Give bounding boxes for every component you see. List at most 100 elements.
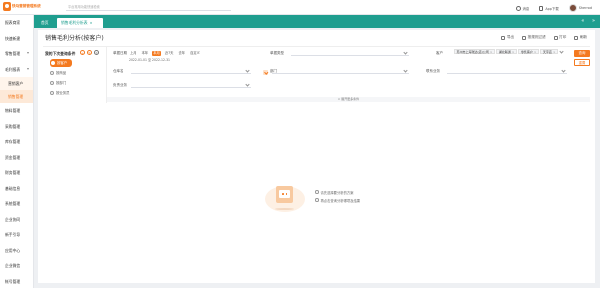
doc-type-select[interactable] [291,49,409,56]
period-option[interactable]: 自定义 [189,51,201,56]
sidebar-item-system[interactable]: 系统管理 [0,196,33,212]
sidebar-item-collaboration[interactable]: 企业协同 [0,212,33,228]
hint-line: 再点击查询分析哪项及结果 [315,196,360,204]
global-search-input[interactable]: 平台常用功能快速检索 [66,5,231,11]
condition-by-product[interactable]: 按商品 [50,69,72,77]
close-icon[interactable]: × [90,21,93,25]
warehouse-select[interactable] [131,67,251,74]
period-option[interactable]: 去年 [177,51,186,56]
chevron-down-icon[interactable] [559,49,564,54]
top-bar: 快马营销管理系统 平台常用功能快速检索 消息 App下载 Sherrod [0,0,600,15]
department-select[interactable] [272,67,409,74]
sidebar-item-purchasing[interactable]: 采购管理 [0,119,33,135]
filter-icon [522,35,527,40]
user-menu[interactable]: Sherrod [568,4,592,12]
chevron-right-icon[interactable]: » [592,18,595,24]
query-button[interactable]: 查询 [574,50,590,57]
close-icon[interactable]: × [490,50,493,54]
period-label: 单据日期 [113,51,127,55]
condition-label: 按业务员 [56,91,70,95]
saved-conditions-actions: + ✎ ✕ [80,50,101,55]
sidebar-subitem-sales[interactable]: 销售管理 [0,90,33,103]
condition-by-department[interactable]: 按部门 [50,79,72,87]
saved-conditions-title: 我的下次查询条件 [45,51,76,56]
hint-text: 请先选择要分析的方案 [320,190,354,195]
filter-rules-button[interactable]: 按规则过滤 [522,35,546,40]
sidebar-item-materials[interactable]: 物料管理 [0,103,33,119]
period-option[interactable]: 上月 [129,51,138,56]
page-title: 销售毛利分析(按客户) [45,35,104,42]
bullet-icon [315,198,319,202]
condition-label: 按商品 [56,71,67,75]
date-range-input[interactable]: 2022-01-01 至 2022-12-31 [129,57,170,62]
contact-select[interactable] [447,67,567,74]
close-icon[interactable]: × [512,50,515,54]
sidebar-item-onboarding[interactable]: 新手引导 [0,227,33,243]
sidebar-item-inventory[interactable]: 库存管理 [0,134,33,150]
sidebar-item-margin-reports[interactable]: 毛利报表 [0,62,33,78]
condition-by-salesperson[interactable]: 按业务员 [50,89,72,97]
bullet-icon [315,190,319,194]
sidebar-item-app-center[interactable]: 应用中心 [0,243,33,259]
messages-label: 消息 [522,6,530,11]
close-icon[interactable]: × [553,50,556,54]
sidebar-item-wecom[interactable]: 企业微信 [0,258,33,274]
customer-chip[interactable]: 湖北联通× [496,49,517,54]
expand-more-conditions[interactable]: ∨ 展开更多条件 [107,97,590,102]
sidebar-item-label: 零售管理 [5,51,21,56]
close-icon[interactable]: × [534,50,537,54]
app-download-label: App下载 [545,6,559,11]
add-icon[interactable]: + [80,50,85,55]
reset-button[interactable]: 重置 [574,59,590,66]
sidebar-item-accounts[interactable]: 帐号管理 [0,274,33,288]
chip-label: 湖北联通 [498,50,511,54]
chat-icon [515,5,521,11]
sidebar-item-quick-new[interactable]: 快速新建 [0,31,33,47]
chip-label: 苏州市上海瑞达(店)公司 [456,50,489,54]
period-option[interactable]: 近7天 [164,51,175,56]
messages-button[interactable]: 消息 [515,5,530,11]
sidebar-item-label: 采购管理 [5,123,21,129]
sidebar-item-retail[interactable]: 零售管理 [0,46,33,62]
empty-state: 请先选择要分析的方案 再点击查询分析哪项及结果 [265,180,425,220]
customer-select[interactable]: 苏州市上海瑞达(店)公司× 湖北联通× 零售客户× 天宇店× [454,49,564,54]
sidebar-item-label: 应用中心 [5,247,21,253]
sidebar-item-basic-info[interactable]: 基础信息 [0,181,33,197]
app-logo[interactable]: 快马营销管理系统 [3,2,41,13]
tab-label: 销售毛利分析表 [61,20,88,25]
customer-chip[interactable]: 苏州市上海瑞达(店)公司× [454,49,495,54]
chevron-left-icon[interactable]: « [581,18,584,24]
customer-chip[interactable]: 天宇店× [540,49,558,54]
chevron-down-icon [27,52,29,54]
delete-icon[interactable]: ✕ [94,50,99,55]
customer-chip[interactable]: 零售客户× [518,49,539,54]
sidebar-item-label: 财务管理 [5,170,21,175]
sidebar-item-finance[interactable]: 财务管理 [0,165,33,181]
top-actions: 消息 App下载 Sherrod [506,3,592,13]
sidebar-item-label: 营销客户 [8,81,24,86]
salesperson-label: 负责业务 [113,83,127,87]
hint-line: 请先选择要分析的方案 [315,188,360,196]
tab-home[interactable]: 首页 [37,18,53,28]
print-button[interactable]: 打印 [553,35,566,40]
condition-by-customer[interactable]: 按客户 [50,59,72,67]
salesperson-select[interactable] [131,81,251,88]
sidebar-item-reports[interactable]: 报表商家 [0,15,33,31]
period-option[interactable]: 本年 [141,51,150,56]
department-tag[interactable] [263,70,268,75]
edit-icon[interactable]: ✎ [87,50,92,55]
sidebar-item-label: 新手引导 [5,232,21,237]
sidebar-item-funds[interactable]: 资金管理 [0,150,33,166]
period-option-selected[interactable]: 本月 [152,51,161,56]
doc-type-label: 单据类型 [270,51,284,55]
phone-icon [539,5,544,11]
tab-sales-margin[interactable]: 销售毛利分析表 × [57,18,103,28]
contact-label: 联系业务 [426,69,440,73]
sidebar-subitem-customers[interactable]: 营销客户 [0,77,33,90]
chip-label: 零售客户 [520,50,533,54]
app-download-button[interactable]: App下载 [539,5,559,11]
export-button[interactable]: 导出 [501,35,514,40]
refresh-button[interactable]: 刷新 [574,35,587,40]
radio-icon [50,91,54,95]
warehouse-label: 仓库名 [113,69,124,73]
